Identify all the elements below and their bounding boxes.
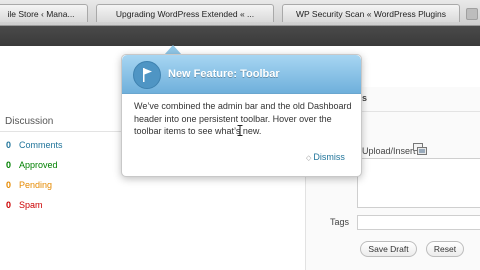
browser-tab-bar: ile Store ‹ Mana... Upgrading WordPress …: [0, 0, 480, 26]
pointer-badge: [133, 61, 161, 89]
discussion-spam[interactable]: 0 Spam: [6, 199, 43, 211]
dismiss-label[interactable]: Dismiss: [313, 152, 345, 162]
approved-link[interactable]: Approved: [19, 160, 58, 170]
discussion-pending[interactable]: 0 Pending: [6, 179, 52, 191]
admin-toolbar: [0, 26, 480, 46]
discussion-title: Discussion: [5, 116, 54, 127]
discussion-comments[interactable]: 0 Comments: [6, 139, 63, 151]
text-cursor-icon: [237, 125, 243, 136]
feature-pointer: New Feature: Toolbar We’ve combined the …: [121, 54, 362, 177]
tags-label: Tags: [330, 217, 350, 227]
pending-link[interactable]: Pending: [19, 180, 52, 190]
save-draft-button[interactable]: Save Draft: [360, 241, 417, 257]
spam-count: 0: [6, 200, 12, 210]
spam-link[interactable]: Spam: [19, 200, 43, 210]
comments-count: 0: [6, 140, 12, 150]
flag-icon: [143, 68, 152, 82]
dismiss-icon: ◇: [306, 155, 312, 162]
approved-count: 0: [6, 160, 12, 170]
discussion-approved[interactable]: 0 Approved: [6, 159, 58, 171]
browser-tab[interactable]: WP Security Scan « WordPress Plugins: [282, 4, 460, 22]
browser-tab[interactable]: ile Store ‹ Mana...: [0, 4, 88, 22]
reset-button[interactable]: Reset: [426, 241, 464, 257]
post-content-textarea[interactable]: [357, 158, 480, 208]
quickpress-heading: s: [362, 93, 368, 103]
pointer-header: New Feature: Toolbar: [122, 55, 361, 94]
comments-link[interactable]: Comments: [19, 140, 63, 150]
divider: [0, 131, 123, 132]
tags-input[interactable]: [357, 215, 480, 230]
pointer-body-text: We’ve combined the admin bar and the old…: [134, 101, 352, 136]
pending-count: 0: [6, 180, 12, 190]
pointer-title: New Feature: Toolbar: [168, 68, 280, 80]
media-icon[interactable]: [413, 143, 427, 155]
new-tab-button[interactable]: [466, 8, 478, 20]
upload-insert-label: Upload/Insert: [362, 146, 416, 156]
browser-tab[interactable]: Upgrading WordPress Extended « ...: [96, 4, 274, 22]
dismiss-link[interactable]: ◇ Dismiss: [306, 152, 345, 162]
